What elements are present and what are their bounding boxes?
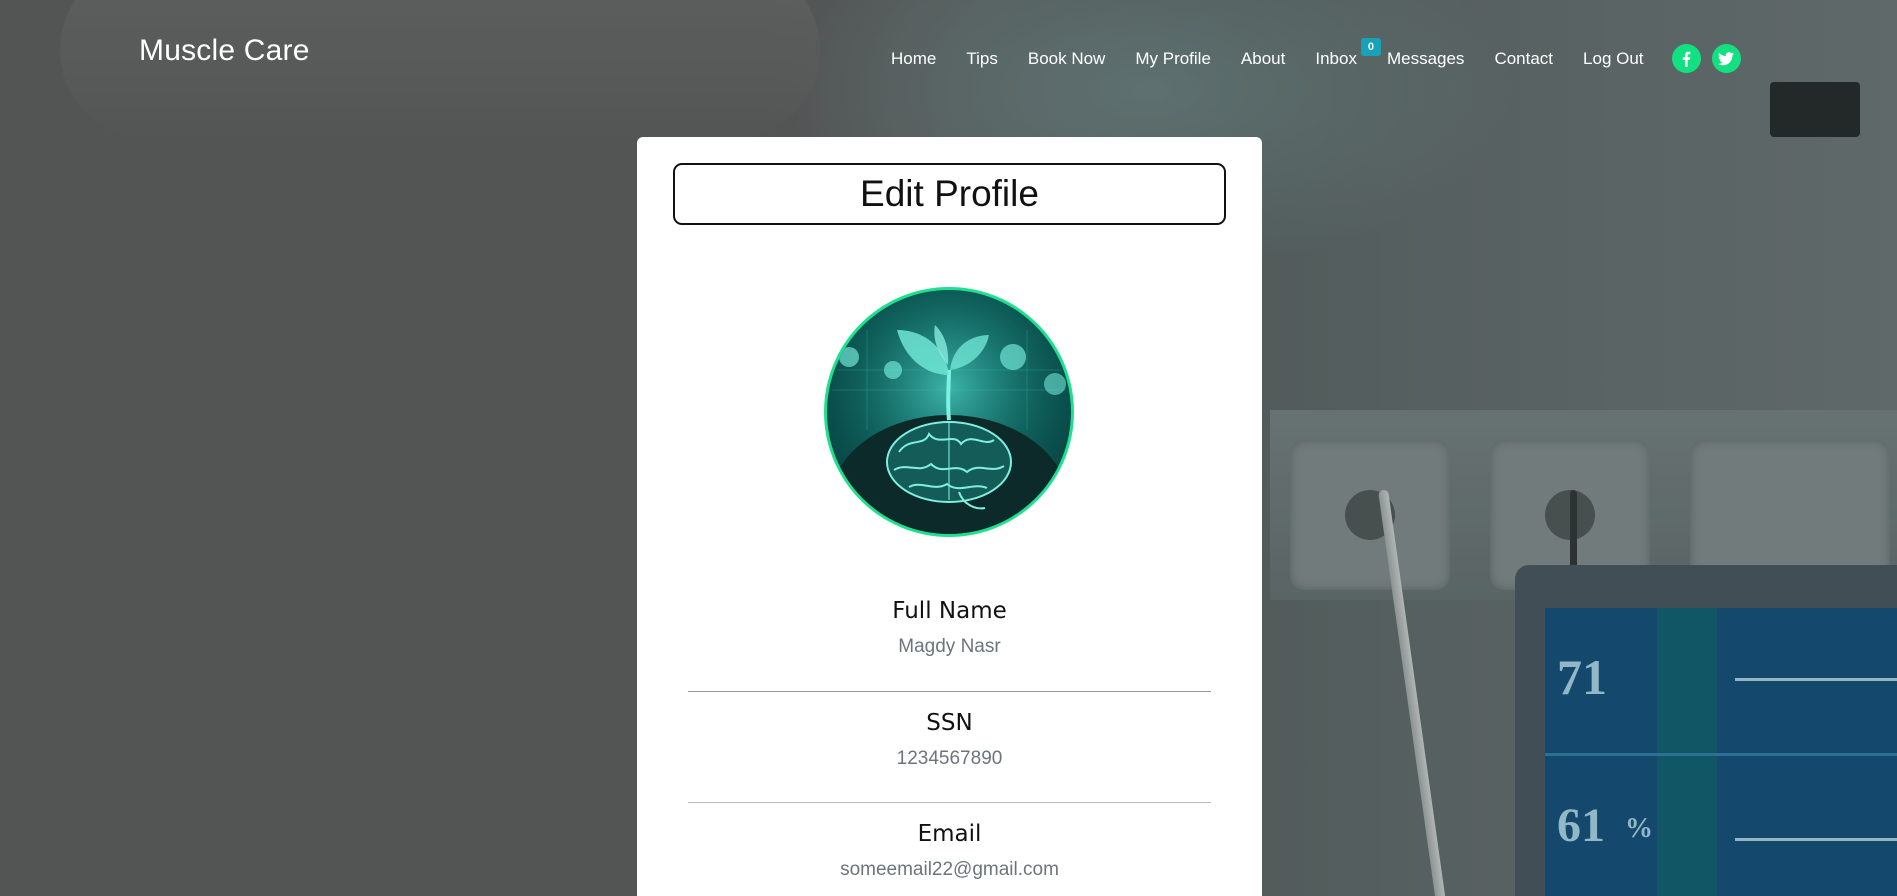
twitter-icon[interactable] (1711, 44, 1741, 73)
nav-messages[interactable]: Messages (1387, 49, 1464, 69)
full-name-value: Magdy Nasr (898, 636, 1001, 657)
ssn-label: SSN (926, 710, 973, 736)
nav-contact[interactable]: Contact (1494, 49, 1553, 69)
facebook-icon[interactable] (1671, 44, 1701, 73)
email-field: Email someemail22@gmail.com (637, 821, 1262, 881)
full-name-label: Full Name (892, 598, 1007, 624)
full-name-field: Full Name Magdy Nasr (637, 598, 1262, 658)
nav-inbox[interactable]: Inbox 0 (1315, 37, 1381, 69)
email-value: someemail22@gmail.com (840, 859, 1059, 880)
nav-inbox-label: Inbox (1315, 48, 1357, 68)
main-nav: Home Tips Book Now My Profile About Inbo… (891, 37, 1752, 73)
nav-book-now[interactable]: Book Now (1028, 49, 1105, 69)
nav-home[interactable]: Home (891, 49, 936, 69)
ssn-field: SSN 1234567890 (637, 710, 1262, 770)
page: 71 61 % Muscle Care Home Tips Book Now M… (0, 0, 1897, 896)
inbox-count-badge: 0 (1360, 37, 1381, 56)
card-title: Edit Profile (673, 163, 1226, 225)
social-links (1671, 44, 1752, 73)
email-label: Email (917, 821, 982, 847)
profile-card: Edit Profile Full Name Magdy Nasr SSN 12… (637, 137, 1262, 896)
brand-logo[interactable]: Muscle Care (139, 34, 310, 68)
nav-my-profile[interactable]: My Profile (1135, 49, 1211, 69)
nav-about[interactable]: About (1241, 49, 1285, 69)
nav-log-out[interactable]: Log Out (1583, 49, 1644, 69)
brain-sprout-icon (827, 290, 1071, 534)
nav-tips[interactable]: Tips (966, 49, 998, 69)
divider (688, 691, 1211, 692)
ssn-value: 1234567890 (896, 748, 1003, 769)
divider (688, 802, 1211, 803)
avatar[interactable] (824, 287, 1074, 537)
